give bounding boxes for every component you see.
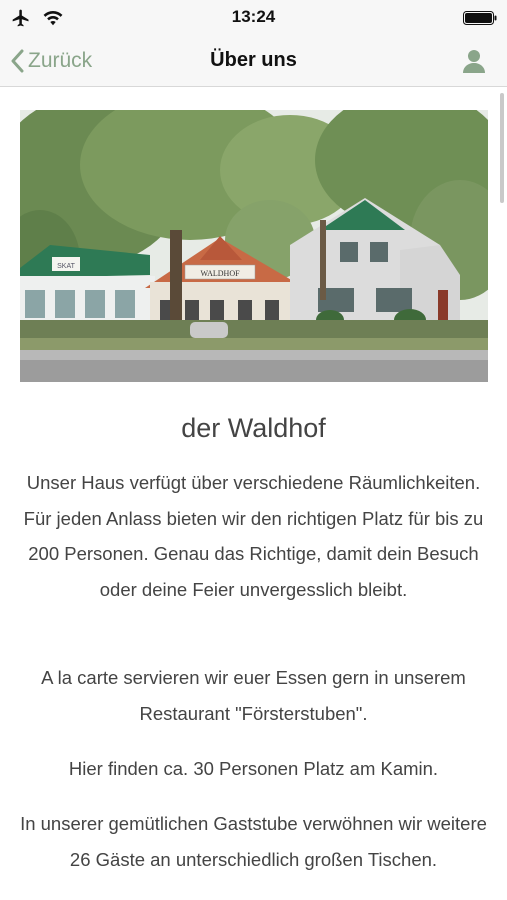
paragraph-3: Hier finden ca. 30 Personen Platz am Kam… (68, 758, 439, 779)
paragraph-1: Unser Haus verfügt über verschiedene Räu… (23, 472, 484, 600)
scrollbar[interactable] (500, 93, 504, 203)
page-title: Über uns (210, 49, 297, 71)
paragraph-2: A la carte servieren wir euer Essen gern… (41, 667, 466, 724)
user-profile-icon[interactable] (461, 48, 487, 74)
battery-icon (463, 11, 497, 25)
sign-small-text: SKAT (57, 263, 75, 270)
scroll-content[interactable]: SKAT WALDHOF der Waldhof Unser Haus verf… (0, 87, 507, 900)
section-heading: der Waldhof (181, 413, 326, 443)
navigation-bar: Zurück Über uns (0, 36, 507, 87)
paragraph-4: In unserer gemütlichen Gaststube verwöhn… (20, 813, 487, 870)
sign-text: WALDHOF (200, 269, 240, 278)
status-bar: 13:24 (0, 0, 507, 36)
waldhof-building-image: SKAT WALDHOF (20, 110, 488, 382)
status-time: 13:24 (231, 7, 276, 26)
hero-image: SKAT WALDHOF (20, 110, 488, 382)
